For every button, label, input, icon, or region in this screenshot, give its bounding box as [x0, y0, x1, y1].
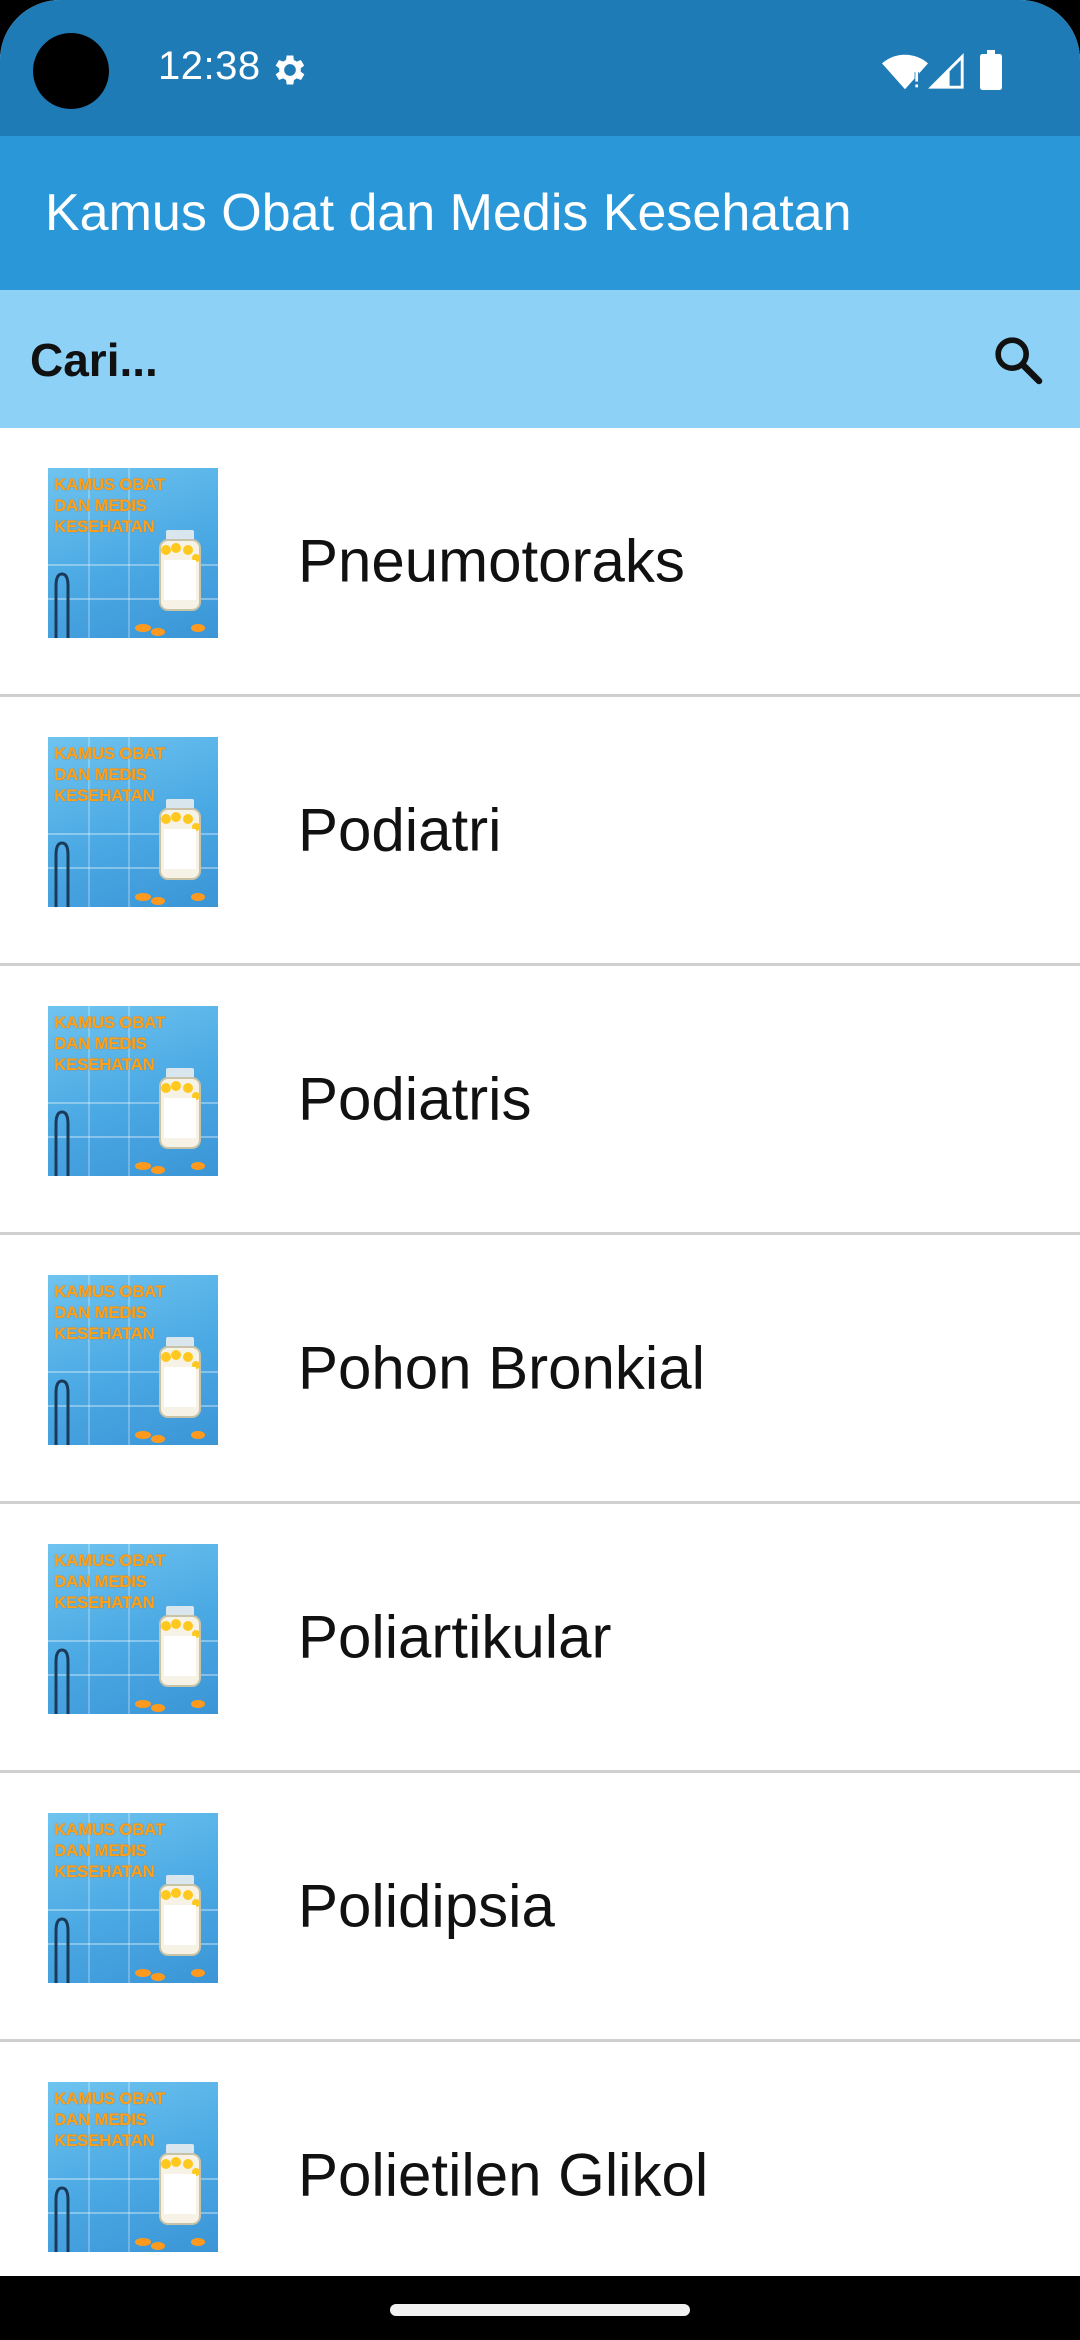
list-item[interactable]: KAMUS OBAT DAN MEDIS KESEHATAN Pneumotor… [0, 428, 1080, 697]
list-item[interactable]: KAMUS OBAT DAN MEDIS KESEHATAN Podiatri [0, 697, 1080, 966]
item-label: Pohon Bronkial [298, 1334, 705, 1402]
list-item[interactable]: KAMUS OBAT DAN MEDIS KESEHATAN Polietile… [0, 2042, 1080, 2311]
item-label: Polietilen Glikol [298, 2141, 709, 2209]
list-item[interactable]: KAMUS OBAT DAN MEDIS KESEHATAN Podiatris [0, 966, 1080, 1235]
app-logo-thumbnail: KAMUS OBAT DAN MEDIS KESEHATAN [48, 1006, 218, 1176]
search-input[interactable] [28, 290, 932, 430]
app-logo-thumbnail: KAMUS OBAT DAN MEDIS KESEHATAN [48, 468, 218, 638]
item-label: Podiatris [298, 1065, 532, 1133]
app-screen: 12:38 Kamus Obat dan Medis Kesehatan Car… [0, 0, 1080, 2340]
app-logo-thumbnail: KAMUS OBAT DAN MEDIS KESEHATAN [48, 1813, 218, 1983]
logo-text: KAMUS OBAT DAN MEDIS KESEHATAN [54, 1282, 165, 1343]
search-icon[interactable] [990, 332, 1046, 388]
camera-cutout [33, 33, 109, 109]
term-list: KAMUS OBAT DAN MEDIS KESEHATAN Pneumotor… [0, 428, 1080, 2311]
logo-text: KAMUS OBAT DAN MEDIS KESEHATAN [54, 2089, 165, 2150]
list-item[interactable]: KAMUS OBAT DAN MEDIS KESEHATAN Poliartik… [0, 1504, 1080, 1773]
list-item[interactable]: KAMUS OBAT DAN MEDIS KESEHATAN Pohon Bro… [0, 1235, 1080, 1504]
wifi-icon [882, 54, 928, 90]
status-bar: 12:38 [0, 0, 1080, 136]
app-logo-thumbnail: KAMUS OBAT DAN MEDIS KESEHATAN [48, 1275, 218, 1445]
battery-icon [980, 50, 1002, 90]
app-logo-thumbnail: KAMUS OBAT DAN MEDIS KESEHATAN [48, 2082, 218, 2252]
logo-text: KAMUS OBAT DAN MEDIS KESEHATAN [54, 1551, 165, 1612]
search-bar [0, 290, 1080, 430]
logo-text: KAMUS OBAT DAN MEDIS KESEHATAN [54, 475, 165, 536]
gear-icon [275, 55, 305, 85]
app-title: Kamus Obat dan Medis Kesehatan [45, 184, 852, 242]
list-item[interactable]: KAMUS OBAT DAN MEDIS KESEHATAN Polidipsi… [0, 1773, 1080, 2042]
item-label: Polidipsia [298, 1872, 555, 1940]
logo-text: KAMUS OBAT DAN MEDIS KESEHATAN [54, 744, 165, 805]
item-label: Podiatri [298, 796, 502, 864]
signal-icon [928, 53, 964, 89]
logo-text: KAMUS OBAT DAN MEDIS KESEHATAN [54, 1820, 165, 1881]
item-label: Pneumotoraks [298, 527, 685, 595]
logo-text: KAMUS OBAT DAN MEDIS KESEHATAN [54, 1013, 165, 1074]
item-label: Poliartikular [298, 1603, 612, 1671]
app-logo-thumbnail: KAMUS OBAT DAN MEDIS KESEHATAN [48, 737, 218, 907]
app-bar: Kamus Obat dan Medis Kesehatan [0, 136, 1080, 290]
home-indicator[interactable] [390, 2304, 690, 2316]
app-logo-thumbnail: KAMUS OBAT DAN MEDIS KESEHATAN [48, 1544, 218, 1714]
status-time: 12:38 [158, 44, 261, 88]
